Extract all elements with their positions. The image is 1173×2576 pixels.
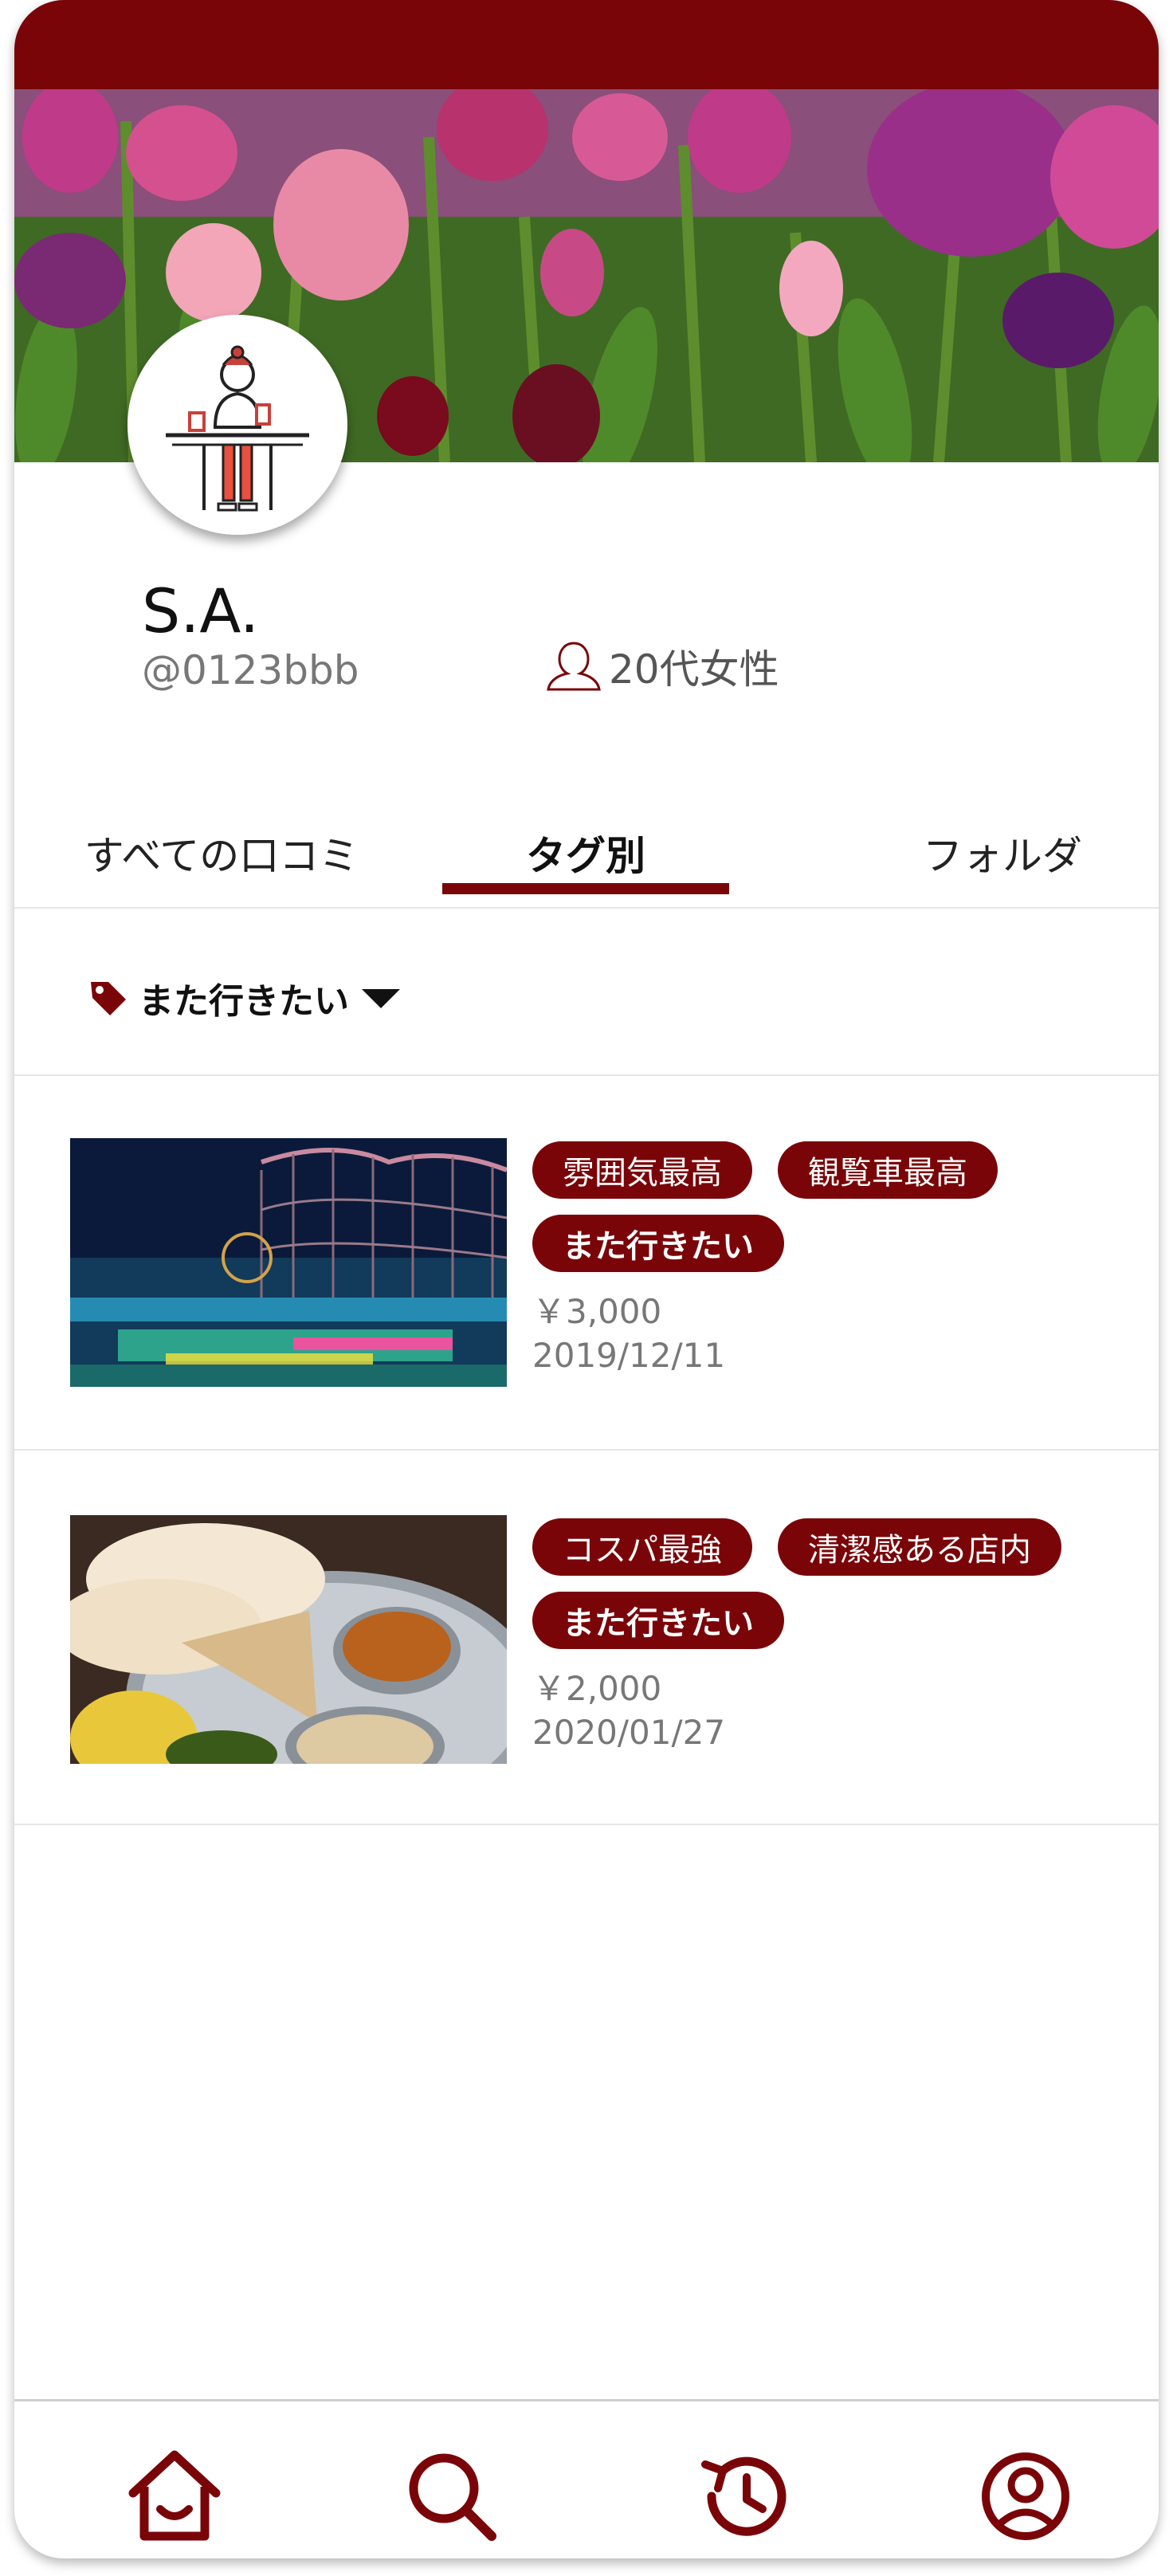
person-outline-icon: [547, 642, 601, 691]
divider: [14, 1824, 1159, 1825]
tab-all-reviews[interactable]: すべての口コミ: [62, 813, 381, 907]
bottom-nav: [14, 2399, 1159, 2558]
tag-list: コスパ最強 清潔感ある店内 また行きたい: [532, 1518, 1106, 1649]
filter-selected-label: また行きたい: [139, 981, 349, 1022]
tag-chip[interactable]: また行きたい: [532, 1215, 784, 1272]
account-icon: [982, 2452, 1069, 2540]
divider: [14, 1449, 1159, 1451]
review-card[interactable]: コスパ最強 清潔感ある店内 また行きたい ￥2,000 2020/01/27: [14, 1453, 1159, 1828]
tag-chip[interactable]: 清潔感ある店内: [778, 1518, 1061, 1576]
profile-handle: @0123bbb: [142, 647, 359, 693]
tag-icon: [91, 982, 126, 1015]
caret-down-icon: [362, 989, 400, 1008]
review-date: 2020/01/27: [532, 1713, 726, 1752]
avatar[interactable]: [128, 315, 347, 535]
status-bar: [14, 0, 1159, 89]
tag-list: 雰囲気最高 観覧車最高 また行きたい: [532, 1141, 1106, 1272]
demographic-info: 20代女性: [543, 638, 779, 695]
profile-screen: S.A. @0123bbb 20代女性 すべての口コミ タグ別 フォルダ また行…: [14, 0, 1159, 2558]
nav-search-button[interactable]: [400, 2444, 504, 2548]
review-photo-amusement-park[interactable]: [70, 1138, 507, 1387]
home-icon: [128, 2450, 221, 2541]
tab-folders[interactable]: フォルダ: [843, 813, 1159, 907]
nav-account-button[interactable]: [974, 2444, 1077, 2548]
history-icon: [701, 2456, 787, 2536]
profile-name: S.A.: [142, 575, 260, 646]
review-date: 2019/12/11: [532, 1336, 726, 1375]
review-card[interactable]: 雰囲気最高 観覧車最高 また行きたい ￥3,000 2019/12/11: [14, 1076, 1159, 1451]
tag-chip[interactable]: コスパ最強: [532, 1518, 752, 1576]
tab-bar: すべての口コミ タグ別 フォルダ: [14, 813, 1159, 909]
review-price: ￥2,000: [532, 1669, 662, 1708]
tag-filter-dropdown[interactable]: また行きたい: [88, 972, 403, 1023]
review-photo-curry-plate[interactable]: [70, 1515, 507, 1764]
search-icon: [409, 2453, 496, 2541]
tag-chip[interactable]: また行きたい: [532, 1592, 784, 1649]
tag-chip[interactable]: 観覧車最高: [778, 1141, 998, 1199]
review-price: ￥3,000: [532, 1292, 662, 1331]
nav-home-button[interactable]: [123, 2444, 226, 2548]
nav-history-button[interactable]: [693, 2444, 797, 2548]
active-tab-indicator: [442, 883, 729, 894]
tag-chip[interactable]: 雰囲気最高: [532, 1141, 752, 1199]
demographic-label: 20代女性: [609, 646, 779, 693]
person-at-table-illustration: [166, 345, 309, 512]
